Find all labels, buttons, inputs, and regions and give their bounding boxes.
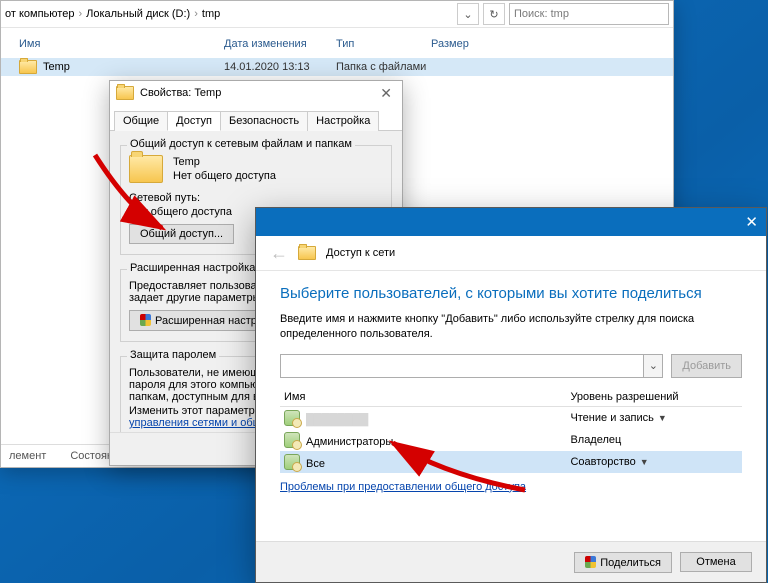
chevron-down-icon[interactable]: ⌄ <box>457 3 479 25</box>
share-submit-button[interactable]: Поделиться <box>574 552 672 573</box>
file-date: 14.01.2020 13:13 <box>224 61 336 73</box>
col-date[interactable]: Дата изменения <box>224 34 336 54</box>
folder-name: Temp <box>173 156 276 168</box>
col-name[interactable]: Имя <box>19 34 224 54</box>
table-row[interactable]: ████████ Чтение и запись▼ <box>280 406 742 429</box>
share-hint: Введите имя и нажмите кнопку "Добавить" … <box>280 312 742 342</box>
shield-icon <box>585 556 596 568</box>
folder-icon <box>116 86 134 100</box>
share-titlebar[interactable]: ✕ <box>256 208 766 236</box>
user-name: Все <box>306 458 325 470</box>
explorer-column-headers: Имя Дата изменения Тип Размер <box>1 28 673 58</box>
breadcrumb-part[interactable]: Локальный диск (D:) <box>86 8 190 20</box>
folder-icon <box>19 60 37 74</box>
add-button[interactable]: Добавить <box>671 354 742 378</box>
share-user-table: Имя Уровень разрешений ████████ Чтение и … <box>280 388 742 473</box>
table-row[interactable]: Temp 14.01.2020 13:13 Папка с файлами <box>1 58 673 76</box>
cancel-button[interactable]: Отмена <box>680 552 752 572</box>
share-state: Нет общего доступа <box>173 170 276 182</box>
table-row[interactable]: Администраторы Владелец <box>280 429 742 451</box>
breadcrumb[interactable]: от компьютер› Локальный диск (D:)› tmp <box>5 8 453 20</box>
user-name: ████████ <box>306 414 368 426</box>
share-heading: Выберите пользователей, с которыми вы хо… <box>280 285 742 302</box>
permission-selector[interactable]: Чтение и запись▼ <box>566 406 742 429</box>
close-icon[interactable]: ✕ <box>376 85 396 102</box>
permission-selector[interactable]: Соавторство▼ <box>566 451 742 473</box>
tab-general[interactable]: Общие <box>114 111 168 131</box>
explorer-address-bar: от компьютер› Локальный диск (D:)› tmp ⌄… <box>1 1 673 28</box>
breadcrumb-part[interactable]: tmp <box>202 8 220 20</box>
col-name[interactable]: Имя <box>280 388 566 407</box>
troubleshoot-link[interactable]: Проблемы при предоставлении общего досту… <box>280 481 526 493</box>
share-button[interactable]: Общий доступ... <box>129 224 234 244</box>
window-title: Свойства: Temp <box>140 87 221 99</box>
permission-selector: Владелец <box>566 429 742 451</box>
share-breadcrumb: ← Доступ к сети <box>256 236 766 271</box>
refresh-icon[interactable]: ↻ <box>483 3 505 25</box>
tab-customize[interactable]: Настройка <box>307 111 379 131</box>
col-type[interactable]: Тип <box>336 34 431 54</box>
tab-security[interactable]: Безопасность <box>220 111 308 131</box>
chevron-down-icon[interactable]: ⌄ <box>643 355 662 377</box>
close-icon[interactable]: ✕ <box>745 213 758 231</box>
user-name: Администраторы <box>306 436 393 448</box>
col-size[interactable]: Размер <box>431 34 511 54</box>
user-combobox[interactable]: ⌄ <box>280 354 663 378</box>
tabstrip: Общие Доступ Безопасность Настройка <box>110 105 402 131</box>
user-icon <box>284 454 300 470</box>
network-share-dialog: ✕ ← Доступ к сети Выберите пользователей… <box>255 207 767 583</box>
properties-titlebar[interactable]: Свойства: Temp ✕ <box>110 81 402 105</box>
folder-icon <box>298 246 316 260</box>
breadcrumb-part[interactable]: от компьютер <box>5 8 74 20</box>
file-name: Temp <box>43 61 70 73</box>
shield-icon <box>140 314 151 326</box>
user-icon <box>284 410 300 426</box>
table-row[interactable]: Все Соавторство▼ <box>280 451 742 473</box>
search-input[interactable]: Поиск: tmp <box>509 3 669 25</box>
file-type: Папка с файлами <box>336 61 431 73</box>
col-permissions[interactable]: Уровень разрешений <box>566 388 742 407</box>
back-icon[interactable]: ← <box>270 243 288 264</box>
tab-sharing[interactable]: Доступ <box>167 111 221 131</box>
folder-icon <box>129 155 163 183</box>
user-icon <box>284 432 300 448</box>
